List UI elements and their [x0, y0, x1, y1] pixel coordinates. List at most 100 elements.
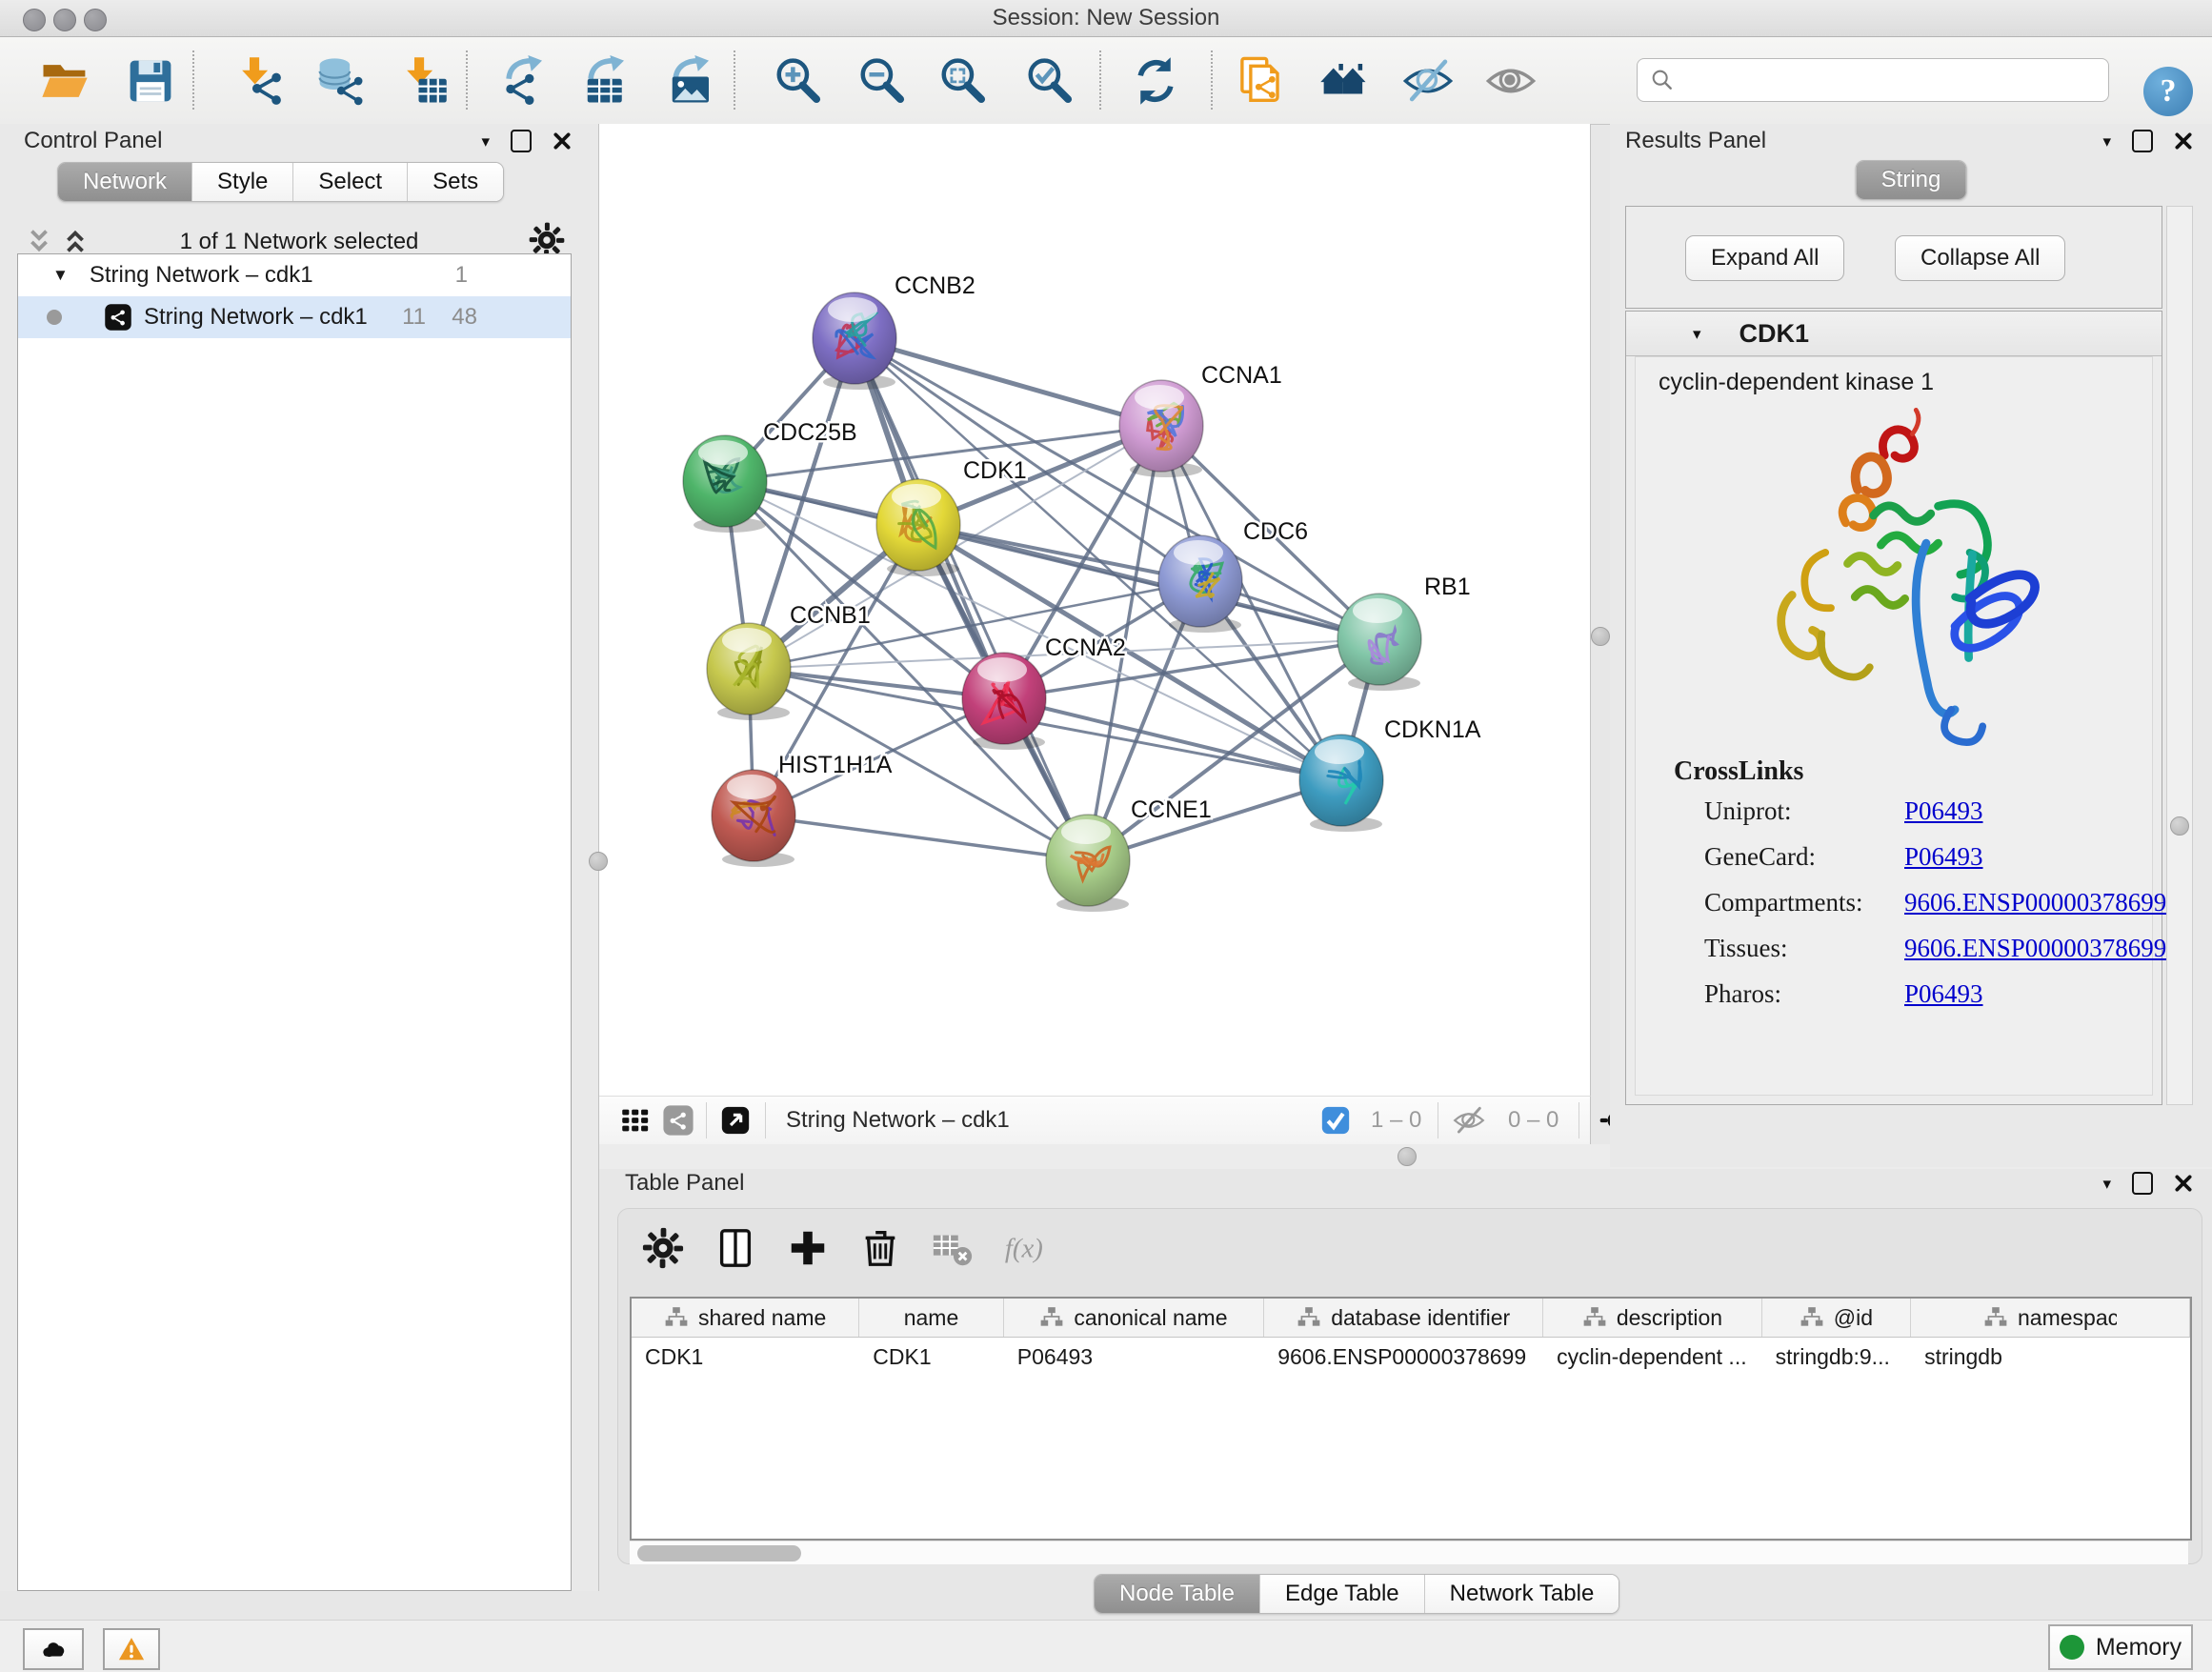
tree-expander-icon[interactable]: ▼ — [52, 266, 69, 285]
results-panel-float-icon[interactable] — [2132, 130, 2153, 152]
tab-edge-table[interactable]: Edge Table — [1260, 1575, 1425, 1613]
control-panel-menu-icon[interactable]: ▾ — [481, 133, 490, 150]
network-tree-root-row[interactable]: ▼ String Network – cdk1 1 — [18, 254, 571, 296]
search-box[interactable] — [1637, 58, 2109, 102]
results-scrollbar-dot[interactable] — [2170, 816, 2189, 836]
tab-string[interactable]: String — [1857, 161, 1966, 199]
column-header-id[interactable]: @id — [1762, 1299, 1911, 1337]
column-header-name[interactable]: name — [859, 1299, 1003, 1337]
tab-sets[interactable]: Sets — [408, 163, 503, 201]
zoom-selected-button[interactable] — [1020, 51, 1079, 111]
table-cell[interactable]: 9606.ENSP00000378699 — [1264, 1338, 1543, 1376]
crosslink-link[interactable]: P06493 — [1904, 842, 1983, 872]
crosslink-link[interactable]: 9606.ENSP00000378699 — [1904, 888, 2166, 917]
table-cell[interactable]: CDK1 — [632, 1338, 859, 1376]
results-panel-close-icon[interactable] — [2174, 131, 2193, 151]
open-session-button[interactable] — [35, 51, 94, 111]
tab-node-table[interactable]: Node Table — [1095, 1575, 1260, 1613]
table-cell[interactable]: cyclin-dependent ... — [1543, 1338, 1762, 1376]
show-columns-button[interactable] — [714, 1226, 757, 1270]
first-neighbors-button[interactable] — [1231, 51, 1290, 111]
hidden-eye-icon[interactable] — [1453, 1104, 1485, 1137]
import-network-database-button[interactable] — [311, 51, 370, 111]
warnings-button[interactable] — [103, 1628, 160, 1670]
node-CCNB1[interactable]: CCNB1 — [707, 602, 871, 720]
table-row[interactable]: CDK1CDK1P064939606.ENSP00000378699cyclin… — [632, 1338, 2190, 1376]
table-hscrollbar-track[interactable] — [630, 1541, 2188, 1564]
show-all-button[interactable] — [1481, 51, 1540, 111]
table-cell[interactable]: P06493 — [1004, 1338, 1264, 1376]
column-header-canonicalname[interactable]: canonical name — [1004, 1299, 1264, 1337]
node-CCNB2[interactable]: CCNB2 — [813, 272, 975, 390]
network-graph[interactable]: CCNB2CCNA1CDC25BCDK1CDC6RB1CCNB1CCNA2CDK… — [599, 124, 1590, 1096]
export-table-icon — [581, 55, 633, 107]
selected-checkbox-icon[interactable] — [1319, 1104, 1352, 1137]
right-splitter-handle-dot[interactable] — [1591, 627, 1610, 646]
control-panel-close-icon[interactable] — [553, 131, 572, 151]
column-header-description[interactable]: description — [1543, 1299, 1762, 1337]
collapse-all-button[interactable]: Collapse All — [1895, 235, 2065, 281]
zoom-out-button[interactable] — [853, 51, 912, 111]
tab-network-table[interactable]: Network Table — [1425, 1575, 1619, 1613]
crosslink-link[interactable]: 9606.ENSP00000378699 — [1904, 934, 2166, 963]
help-button[interactable]: ? — [2143, 67, 2193, 116]
section-collapse-icon[interactable]: ▾ — [1693, 326, 1701, 342]
export-network-button[interactable] — [495, 51, 554, 111]
tab-select[interactable]: Select — [293, 163, 408, 201]
save-session-button[interactable] — [121, 51, 180, 111]
home-networks-button[interactable] — [1315, 51, 1374, 111]
import-table-button[interactable] — [393, 51, 452, 111]
results-panel-menu-icon[interactable]: ▾ — [2102, 133, 2111, 150]
grid-view-icon[interactable] — [618, 1104, 651, 1137]
protein-section-header[interactable]: ▾ CDK1 — [1626, 312, 2162, 356]
table-settings-gear-button[interactable] — [641, 1226, 685, 1270]
cloud-status-button[interactable] — [23, 1628, 84, 1670]
zoom-fit-button[interactable] — [934, 51, 993, 111]
table-panel-float-icon[interactable] — [2132, 1172, 2153, 1195]
hide-selected-button[interactable] — [1398, 51, 1458, 111]
tab-network[interactable]: Network — [58, 163, 192, 201]
table-hscrollbar-thumb[interactable] — [637, 1545, 801, 1561]
node-CCNA1[interactable]: CCNA1 — [1119, 362, 1282, 477]
expand-all-button[interactable]: Expand All — [1685, 235, 1844, 281]
delete-column-button[interactable] — [858, 1226, 902, 1270]
table-cell[interactable]: CDK1 — [859, 1338, 1004, 1376]
node-CDKN1A[interactable]: CDKN1A — [1299, 716, 1481, 832]
edge-HIST1H1A-CCNE1[interactable] — [754, 816, 1088, 860]
crosslink-link[interactable]: P06493 — [1904, 979, 1983, 1009]
control-panel-title: Control Panel — [24, 128, 162, 154]
left-splitter-handle-dot[interactable] — [589, 852, 608, 871]
network-share-icon[interactable] — [662, 1104, 694, 1137]
table-cell[interactable]: stringdb:9... — [1762, 1338, 1911, 1376]
control-panel-float-icon[interactable] — [511, 130, 532, 152]
refresh-layout-button[interactable] — [1126, 51, 1185, 111]
edge-CCNB2-CCNE1[interactable] — [855, 338, 1088, 860]
column-header-sharedname[interactable]: shared name — [632, 1299, 859, 1337]
node-RB1[interactable]: RB1 — [1337, 574, 1471, 691]
results-scrollbar-track[interactable] — [2166, 206, 2193, 1105]
node-HIST1H1A[interactable]: HIST1H1A — [712, 752, 893, 867]
column-header-namespace[interactable]: namespace — [1911, 1299, 2190, 1337]
node-CCNE1[interactable]: CCNE1 — [1046, 796, 1212, 912]
node-label-CDK1: CDK1 — [963, 457, 1027, 484]
table-panel-menu-icon[interactable]: ▾ — [2102, 1176, 2111, 1192]
column-header-databaseidentifier[interactable]: database identifier — [1264, 1299, 1543, 1337]
add-column-button[interactable] — [786, 1226, 830, 1270]
splitter-handle-dot[interactable] — [1398, 1147, 1417, 1166]
export-table-button[interactable] — [577, 51, 636, 111]
table-panel-close-icon[interactable] — [2174, 1174, 2193, 1193]
zoom-in-button[interactable] — [769, 51, 828, 111]
tab-style[interactable]: Style — [192, 163, 293, 201]
edge-CCNB2-CCNA1[interactable] — [855, 338, 1161, 426]
detach-view-icon[interactable] — [719, 1104, 752, 1137]
memory-button[interactable]: Memory — [2048, 1624, 2193, 1670]
search-input[interactable] — [1683, 67, 2097, 94]
table-cell[interactable]: stringdb — [1911, 1338, 2190, 1376]
network-tree-row[interactable]: String Network – cdk1 11 48 — [18, 296, 571, 338]
node-table[interactable]: shared namenamecanonical namedatabase id… — [630, 1297, 2192, 1541]
table-type-tabs: Node TableEdge TableNetwork Table — [1094, 1574, 1619, 1614]
crosslink-link[interactable]: P06493 — [1904, 796, 1983, 826]
import-network-file-button[interactable] — [229, 51, 288, 111]
export-image-button[interactable] — [662, 51, 721, 111]
network-view-canvas[interactable]: CCNB2CCNA1CDC25BCDK1CDC6RB1CCNB1CCNA2CDK… — [599, 124, 1591, 1096]
